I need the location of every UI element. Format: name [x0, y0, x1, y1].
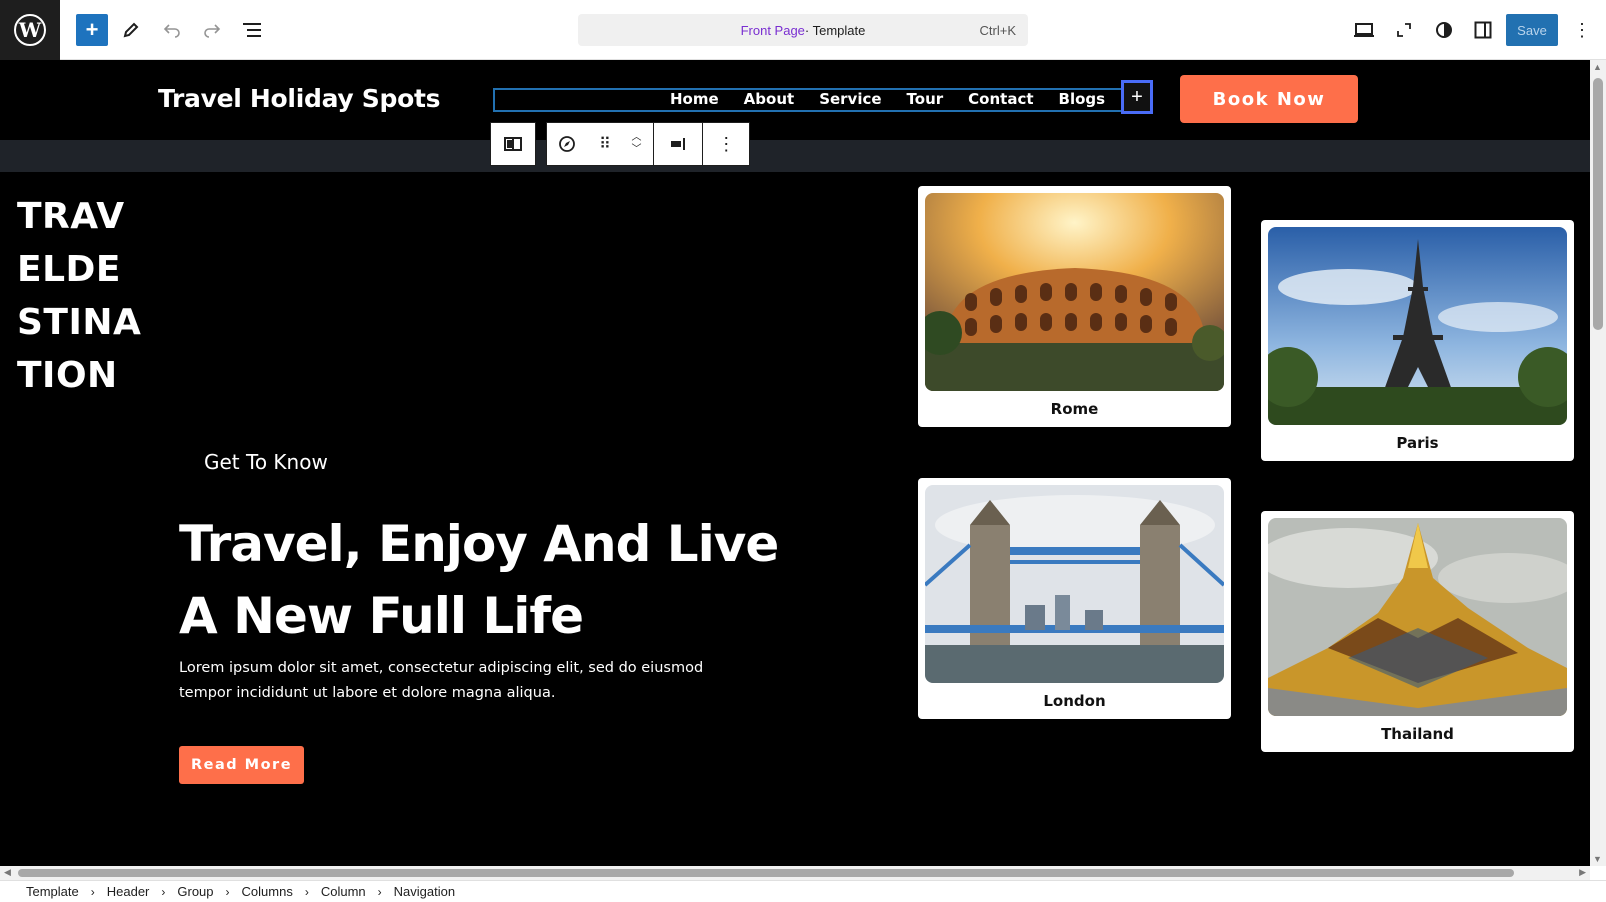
- document-title-accent: Front Page: [740, 22, 805, 38]
- add-block-button[interactable]: +: [76, 14, 108, 46]
- contrast-icon: [1436, 22, 1452, 38]
- kebab-menu-icon: ⋮: [717, 133, 736, 154]
- hero-heading-line-2: A New Full Life: [179, 587, 584, 645]
- scroll-left-arrow-icon[interactable]: ◀: [4, 867, 11, 878]
- justify-right-button[interactable]: [654, 123, 704, 165]
- hero-heading-line-1: Travel, Enjoy And Live: [179, 515, 779, 573]
- breadcrumb-item-header[interactable]: Header: [107, 884, 150, 899]
- chevron-right-icon: ›: [377, 884, 382, 899]
- thailand-image: [1268, 518, 1567, 716]
- move-up-down-icon[interactable]: ︿ ﹀: [632, 132, 642, 156]
- nav-item-about[interactable]: About: [744, 90, 795, 108]
- pencil-icon: [123, 22, 139, 38]
- compass-icon[interactable]: [558, 135, 576, 153]
- plus-icon: +: [1131, 85, 1143, 108]
- block-breadcrumb: Template › Header › Group › Columns › Co…: [0, 880, 1606, 902]
- editor-top-toolbar: W + Front Page · Template Ctrl+K Save ⋮: [0, 0, 1606, 60]
- settings-sidebar-button[interactable]: [1467, 14, 1499, 46]
- hero-description: Lorem ipsum dolor sit amet, consectetur …: [179, 660, 704, 701]
- preview-button[interactable]: [1348, 14, 1380, 46]
- card-label: London: [1043, 692, 1106, 710]
- document-overview-button[interactable]: [236, 14, 268, 46]
- kebab-menu-icon: ⋮: [1573, 19, 1591, 40]
- tools-button[interactable]: [115, 14, 147, 46]
- block-toolbar: ⠿ ︿ ﹀ ⋮: [546, 122, 750, 166]
- nav-item-blogs[interactable]: Blogs: [1059, 90, 1106, 108]
- breadcrumb-item-navigation[interactable]: Navigation: [394, 884, 455, 899]
- vertical-scroll-thumb[interactable]: [1593, 78, 1603, 330]
- vertical-scrollbar[interactable]: ▲ ▼: [1590, 60, 1606, 866]
- breadcrumb-item-column[interactable]: Column: [321, 884, 366, 899]
- block-controls: ⠿ ︿ ﹀: [547, 123, 654, 165]
- book-now-button[interactable]: Book Now: [1180, 75, 1358, 123]
- document-bar[interactable]: Front Page · Template Ctrl+K: [578, 14, 1028, 46]
- save-button[interactable]: Save: [1506, 14, 1558, 46]
- block-options-button[interactable]: ⋮: [703, 123, 749, 165]
- london-image: [925, 485, 1224, 683]
- destination-card-paris[interactable]: Paris: [1261, 220, 1574, 461]
- drag-handle-icon[interactable]: ⠿: [599, 134, 611, 154]
- destination-card-thailand[interactable]: Thailand: [1261, 511, 1574, 752]
- horizontal-scroll-thumb[interactable]: [18, 869, 1514, 877]
- header-bottom-strip: [0, 140, 1590, 172]
- options-button[interactable]: ⋮: [1566, 14, 1598, 46]
- wordpress-logo-button[interactable]: W: [0, 0, 60, 60]
- navigation-menu: Home About Service Tour Contact Blogs: [670, 90, 1105, 108]
- scroll-up-arrow-icon[interactable]: ▲: [1593, 62, 1602, 72]
- block-parent-selector[interactable]: [490, 122, 536, 166]
- card-label: Rome: [1050, 400, 1099, 418]
- sidebar-icon: [1474, 21, 1492, 39]
- styles-button[interactable]: [1428, 14, 1460, 46]
- fullscreen-button[interactable]: [1388, 14, 1420, 46]
- hero-subheading: Get To Know: [204, 450, 328, 474]
- breadcrumb-item-template[interactable]: Template: [26, 884, 79, 899]
- chevron-right-icon: ›: [304, 884, 309, 899]
- justify-right-icon: [671, 138, 686, 150]
- nav-item-tour[interactable]: Tour: [907, 90, 944, 108]
- desktop-icon: [1354, 23, 1374, 37]
- scroll-down-arrow-icon[interactable]: ▼: [1593, 854, 1602, 864]
- destination-card-london[interactable]: London: [918, 478, 1231, 719]
- expand-icon: [1397, 23, 1411, 37]
- add-navigation-item-button[interactable]: +: [1121, 80, 1153, 114]
- hero-heading: Travel, Enjoy And Live A New Full Life: [179, 508, 779, 652]
- site-header: Travel Holiday Spots Home About Service …: [0, 60, 1590, 140]
- paris-image: [1268, 227, 1567, 425]
- rome-image: [925, 193, 1224, 391]
- editor-canvas: Travel Holiday Spots Home About Service …: [0, 60, 1590, 866]
- nav-item-home[interactable]: Home: [670, 90, 719, 108]
- document-title-type: · Template: [804, 22, 866, 38]
- scroll-right-arrow-icon[interactable]: ▶: [1579, 867, 1586, 878]
- nav-item-contact[interactable]: Contact: [968, 90, 1033, 108]
- site-title[interactable]: Travel Holiday Spots: [158, 84, 440, 113]
- redo-icon: [204, 24, 221, 38]
- card-label: Thailand: [1381, 725, 1454, 743]
- chevron-right-icon: ›: [161, 884, 166, 899]
- undo-icon: [163, 24, 180, 38]
- redo-button[interactable]: [196, 14, 228, 46]
- breadcrumb-item-columns[interactable]: Columns: [242, 884, 293, 899]
- chevron-right-icon: ›: [225, 884, 230, 899]
- plus-icon: +: [85, 17, 99, 42]
- command-shortcut: Ctrl+K: [979, 22, 1016, 38]
- chevron-right-icon: ›: [90, 884, 95, 899]
- wordpress-icon: W: [14, 14, 46, 46]
- undo-button[interactable]: [156, 14, 188, 46]
- list-view-icon: [243, 23, 261, 37]
- read-more-button[interactable]: Read More: [179, 746, 304, 784]
- vertical-title: TRAVELDESTINATION: [17, 196, 142, 396]
- nav-item-service[interactable]: Service: [819, 90, 881, 108]
- columns-icon: [504, 137, 522, 151]
- horizontal-scrollbar[interactable]: ◀ ▶: [0, 866, 1590, 880]
- breadcrumb-item-group[interactable]: Group: [177, 884, 213, 899]
- destination-card-rome[interactable]: Rome: [918, 186, 1231, 427]
- card-label: Paris: [1396, 434, 1439, 452]
